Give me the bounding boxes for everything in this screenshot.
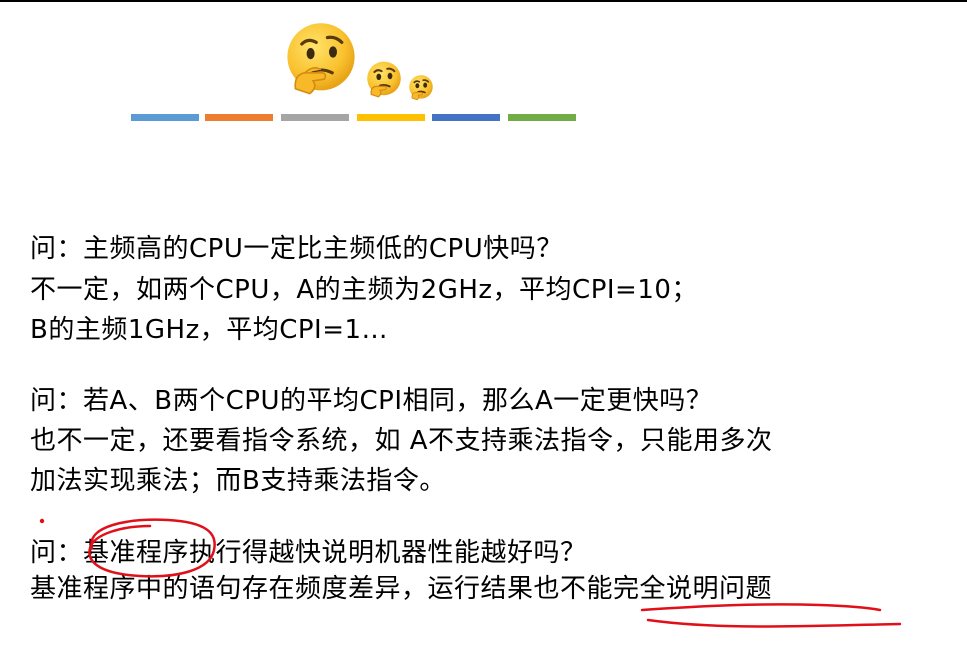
ink-circle-benchmark bbox=[88, 518, 216, 578]
ink-dot bbox=[39, 518, 45, 524]
handwritten-annotations bbox=[39, 518, 902, 628]
ink-underline-conclusion bbox=[640, 603, 902, 628]
